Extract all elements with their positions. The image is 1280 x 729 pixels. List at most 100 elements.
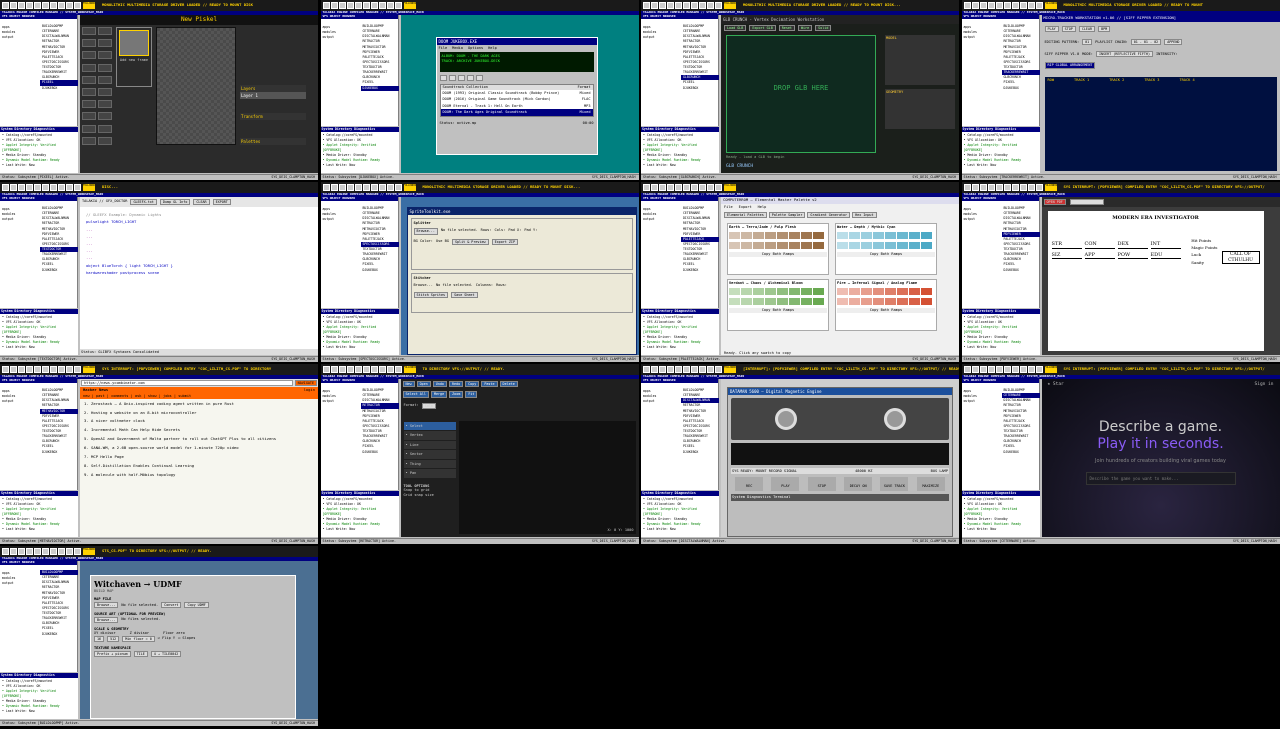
swatch[interactable]: [885, 288, 896, 296]
swatch[interactable]: [861, 242, 872, 250]
toolbar-icon[interactable]: [330, 184, 338, 191]
toolbar-icon[interactable]: [2, 2, 9, 9]
export-button[interactable]: EXPORT: [212, 199, 231, 206]
toolbar-icon[interactable]: [42, 184, 49, 191]
file-item[interactable]: DJUKEBOX: [1002, 86, 1040, 91]
toolbar-icon[interactable]: [2, 184, 9, 191]
gl-info-button[interactable]: Dump GL Info: [159, 199, 191, 206]
swatch[interactable]: [837, 242, 848, 250]
toolbar-icon[interactable]: [66, 366, 73, 373]
toolbar-icon[interactable]: [66, 2, 73, 9]
tool-button[interactable]: [98, 27, 112, 35]
folder-item[interactable]: output: [643, 35, 656, 40]
toolbar-icon[interactable]: [322, 366, 330, 373]
toolbar-button[interactable]: Export GLB: [749, 25, 776, 32]
tool-button[interactable]: [82, 87, 96, 96]
toolbar-icon[interactable]: [963, 366, 971, 373]
append-button[interactable]: APPEND: [1164, 38, 1183, 46]
browse-art-button[interactable]: Browse...: [94, 616, 119, 623]
toolbar-icon[interactable]: [1003, 2, 1011, 9]
swatch[interactable]: [861, 288, 872, 296]
menu-help[interactable]: Help: [488, 46, 497, 50]
zoom-select[interactable]: Automatic Zoom: [1069, 199, 1105, 206]
deck-button[interactable]: SAVE TRACK: [880, 477, 909, 492]
follow-button[interactable]: FOLLOWDOWN: [1044, 184, 1057, 191]
toolbar-icon[interactable]: [378, 184, 386, 191]
prompt-input[interactable]: Describe the game you want to make...: [1085, 471, 1236, 485]
flip-y-checkbox[interactable]: ☑ Flip Y: [158, 636, 175, 642]
follow-button[interactable]: FOLLOWDOWN: [1044, 2, 1057, 9]
toolbar-icon[interactable]: [971, 366, 979, 373]
copy-button[interactable]: Copy Both Ramps: [729, 252, 827, 257]
toolbar-icon[interactable]: [979, 2, 987, 9]
toolbar-icon[interactable]: [691, 366, 698, 373]
toolbar-button[interactable]: Undo: [432, 381, 447, 388]
swatch[interactable]: [813, 232, 824, 240]
stop-icon[interactable]: [466, 75, 474, 82]
toolbar-icon[interactable]: [26, 548, 33, 555]
play-icon[interactable]: [448, 75, 456, 82]
story-item[interactable]: 8. Self-Distillation Enables Continual L…: [80, 463, 318, 470]
story-item[interactable]: 9. A molecule with half-Möbius topology: [80, 472, 318, 479]
toolbar-icon[interactable]: [34, 366, 41, 373]
swatch[interactable]: [777, 242, 788, 250]
folder-item[interactable]: output: [643, 217, 656, 222]
file-item[interactable]: DJUKEBOX: [40, 450, 78, 455]
toolbar-icon[interactable]: [18, 366, 25, 373]
swatch[interactable]: [777, 232, 788, 240]
file-item[interactable]: DJUKEBOX: [681, 450, 719, 455]
splitter-control[interactable]: Split & Preview: [451, 238, 489, 245]
pad-select[interactable]: 4 → TILE0042: [150, 650, 182, 657]
toolbar-icon[interactable]: [362, 184, 370, 191]
format-select[interactable]: Solo: [421, 402, 436, 409]
toolbar-icon[interactable]: [346, 366, 354, 373]
copy-udmf-button[interactable]: Copy UDMF: [184, 601, 209, 609]
swatch[interactable]: [813, 288, 824, 296]
toolbar-icon[interactable]: [18, 548, 25, 555]
swatch[interactable]: [909, 288, 920, 296]
convert-button[interactable]: Convert: [161, 601, 182, 609]
swatch[interactable]: [837, 232, 848, 240]
swatch[interactable]: [753, 232, 764, 240]
toolbar-icon[interactable]: [34, 2, 41, 9]
toolbar-icon[interactable]: [34, 548, 41, 555]
frame-thumbnail[interactable]: [119, 30, 149, 56]
map-canvas[interactable]: X: 0 Y: 1000: [458, 421, 636, 534]
story-item[interactable]: 3. A nicer voltmeter clock: [80, 418, 318, 425]
next-icon[interactable]: [475, 75, 483, 82]
xy-divisor-input[interactable]: 16: [94, 635, 105, 643]
file-item[interactable]: DJUKEBOX: [361, 268, 399, 273]
toolbar-icon[interactable]: [1019, 366, 1027, 373]
navigate-button[interactable]: NAVIGATE: [294, 380, 317, 387]
toolbar-icon[interactable]: [675, 366, 682, 373]
swatch[interactable]: [837, 298, 848, 306]
file-item[interactable]: DJUKEBOX: [40, 268, 78, 273]
swatch[interactable]: [897, 288, 908, 296]
add-frame-button[interactable]: Add new frame: [117, 58, 151, 62]
folder-item[interactable]: output: [323, 217, 336, 222]
toolbar-icon[interactable]: [707, 184, 714, 191]
toolbar-icon[interactable]: [1035, 184, 1043, 191]
swatch[interactable]: [741, 232, 752, 240]
toolbar-icon[interactable]: [707, 366, 714, 373]
chain-field[interactable]: 01 - 01 - 02: [1130, 38, 1162, 46]
folder-item[interactable]: output: [2, 399, 15, 404]
floor-zero-select[interactable]: Min floor = 0: [122, 635, 155, 643]
swatch[interactable]: [813, 242, 824, 250]
tool-button[interactable]: [98, 124, 112, 133]
toolbar-button[interactable]: Open: [416, 381, 431, 388]
follow-button[interactable]: FOLLOWDOWN: [403, 2, 416, 9]
toolbar-icon[interactable]: [362, 2, 370, 9]
swatch[interactable]: [873, 298, 884, 306]
toolbar-icon[interactable]: [58, 184, 65, 191]
tool-button[interactable]: [82, 112, 96, 121]
prefix-input[interactable]: TILE: [133, 650, 148, 657]
toolbar-icon[interactable]: [346, 184, 354, 191]
url-input[interactable]: https://news.ycombinator.com: [81, 380, 293, 387]
toolbar-icon[interactable]: [1003, 366, 1011, 373]
tool-button[interactable]: [98, 136, 112, 145]
stitcher-button[interactable]: Stitch Sprites: [413, 291, 449, 299]
open-pdf-button[interactable]: OPEN PDF: [1043, 199, 1066, 206]
follow-button[interactable]: FOLLOWDOWN: [403, 366, 416, 373]
swatch[interactable]: [909, 242, 920, 250]
